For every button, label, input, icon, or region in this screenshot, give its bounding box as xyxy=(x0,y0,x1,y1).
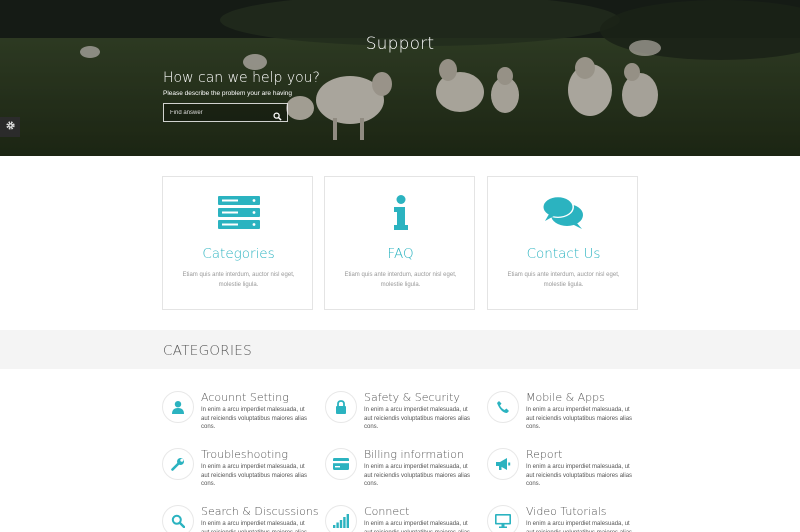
category-title[interactable]: Connect xyxy=(364,505,409,518)
card-contact-us[interactable]: Contact Us Etiam quis ante interdum, auc… xyxy=(487,176,638,310)
monitor-icon xyxy=(487,505,519,532)
card-title: Contact Us xyxy=(526,246,601,262)
user-icon xyxy=(162,391,194,423)
hero-banner: Support How can we help you? Please desc… xyxy=(0,0,800,156)
chat-bubbles-icon xyxy=(541,195,586,235)
category-item[interactable]: Safety & Security In enim a arcu imperdi… xyxy=(325,391,475,441)
help-heading: How can we help you? xyxy=(163,70,320,86)
search-input[interactable] xyxy=(164,104,272,121)
settings-toggle[interactable] xyxy=(0,117,20,137)
card-description: Etiam quis ante interdum, auctor nisl eg… xyxy=(182,272,295,288)
category-item[interactable]: Video Tutorials In enim a arcu imperdiet… xyxy=(487,505,637,532)
category-title[interactable]: Mobile & Apps xyxy=(526,391,605,404)
card-description: Etiam quis ante interdum, auctor nisl eg… xyxy=(507,272,620,288)
category-item[interactable]: Acounnt Setting In enim a arcu imperdiet… xyxy=(162,391,312,441)
category-title[interactable]: Video Tutorials xyxy=(526,505,607,518)
category-title[interactable]: Report xyxy=(526,448,562,461)
lock-icon xyxy=(325,391,357,423)
search-icon xyxy=(162,505,194,532)
category-description: In enim a arcu imperdiet malesuada, ut a… xyxy=(526,407,633,431)
category-item[interactable]: Billing information In enim a arcu imper… xyxy=(325,448,475,498)
wrench-icon xyxy=(162,448,194,480)
card-description: Etiam quis ante interdum, auctor nisl eg… xyxy=(344,272,457,288)
search-bar xyxy=(163,103,288,122)
category-title[interactable]: Search & Discussions xyxy=(201,505,319,518)
category-title[interactable]: Troubleshooting xyxy=(201,448,288,461)
card-title: Categories xyxy=(202,246,275,262)
category-description: In enim a arcu imperdiet malesuada, ut a… xyxy=(201,464,308,488)
category-description: In enim a arcu imperdiet malesuada, ut a… xyxy=(364,464,471,488)
category-item[interactable]: Report In enim a arcu imperdiet malesuad… xyxy=(487,448,637,498)
credit-card-icon xyxy=(325,448,357,480)
section-title: CATEGORIES xyxy=(163,343,252,359)
card-title: FAQ xyxy=(387,246,414,262)
category-description: In enim a arcu imperdiet malesuada, ut a… xyxy=(201,407,308,431)
signal-bars-icon xyxy=(325,505,357,532)
category-description: In enim a arcu imperdiet malesuada, ut a… xyxy=(526,464,633,488)
category-item[interactable]: Search & Discussions In enim a arcu impe… xyxy=(162,505,319,532)
server-icon xyxy=(217,195,260,235)
megaphone-icon xyxy=(487,448,519,480)
help-description: Please describe the problem your are hav… xyxy=(163,90,292,97)
info-icon xyxy=(392,195,410,235)
category-title[interactable]: Billing information xyxy=(364,448,464,461)
category-item[interactable]: Mobile & Apps In enim a arcu imperdiet m… xyxy=(487,391,637,441)
gear-icon xyxy=(5,118,16,136)
category-description: In enim a arcu imperdiet malesuada, ut a… xyxy=(364,521,470,532)
category-description: In enim a arcu imperdiet malesuada, ut a… xyxy=(364,407,471,431)
categories-band xyxy=(0,330,800,369)
category-item[interactable]: Connect In enim a arcu imperdiet malesua… xyxy=(325,505,475,532)
sheep-meadow-image xyxy=(0,0,800,156)
category-item[interactable]: Troubleshooting In enim a arcu imperdiet… xyxy=(162,448,312,498)
page-title: Support xyxy=(365,34,435,54)
phone-icon xyxy=(487,391,519,423)
card-categories[interactable]: Categories Etiam quis ante interdum, auc… xyxy=(162,176,313,310)
search-icon[interactable] xyxy=(273,108,282,121)
category-description: In enim a arcu imperdiet malesuada, ut a… xyxy=(201,521,307,532)
category-title[interactable]: Acounnt Setting xyxy=(201,391,289,404)
category-description: In enim a arcu imperdiet malesuada, ut a… xyxy=(526,521,632,532)
card-faq[interactable]: FAQ Etiam quis ante interdum, auctor nis… xyxy=(324,176,475,310)
category-title[interactable]: Safety & Security xyxy=(364,391,460,404)
